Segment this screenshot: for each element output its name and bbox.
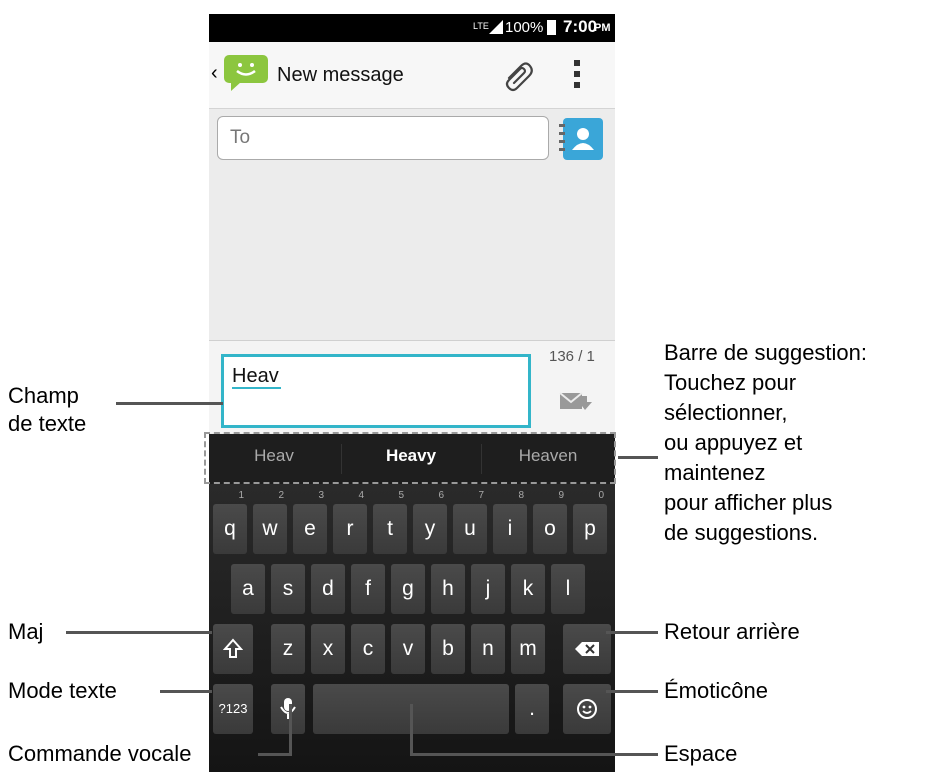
page-title: New message bbox=[277, 64, 404, 86]
key-label: r bbox=[346, 517, 354, 540]
key-label: e bbox=[304, 517, 316, 540]
key-c[interactable]: c bbox=[351, 624, 385, 674]
status-bar: LTE 100% 7:00 PM bbox=[209, 14, 615, 42]
key-hint: 9 bbox=[558, 490, 564, 501]
backspace-icon bbox=[575, 642, 599, 657]
callout-line bbox=[410, 704, 413, 756]
callout-text-mode: Mode texte bbox=[8, 678, 117, 703]
contacts-icon[interactable] bbox=[555, 116, 605, 162]
callout-line bbox=[289, 704, 292, 756]
key-label: t bbox=[387, 517, 393, 540]
callout-line bbox=[160, 690, 212, 693]
callout-line bbox=[410, 753, 658, 756]
recipient-placeholder: To bbox=[230, 127, 251, 148]
key-hint: 8 bbox=[518, 490, 524, 501]
key-hint: 5 bbox=[398, 490, 404, 501]
key-hint: 6 bbox=[438, 490, 444, 501]
key-d[interactable]: d bbox=[311, 564, 345, 614]
callout-voice: Commande vocale bbox=[8, 741, 192, 766]
clock: 7:00 bbox=[563, 17, 598, 36]
emoticon-key[interactable] bbox=[563, 684, 611, 734]
network-type: LTE bbox=[473, 21, 489, 31]
callout-text-field: Champ de texte bbox=[8, 382, 86, 438]
callout-space: Espace bbox=[664, 741, 738, 766]
key-label: p bbox=[584, 517, 596, 540]
callout-backspace: Retour arrière bbox=[664, 619, 800, 644]
recipient-input[interactable]: To bbox=[217, 116, 549, 160]
key-label: y bbox=[424, 517, 436, 540]
callout-line bbox=[618, 456, 658, 459]
action-bar: ‹ New message bbox=[209, 42, 615, 109]
key-label: q bbox=[224, 517, 236, 540]
key-a[interactable]: a bbox=[231, 564, 265, 614]
key-hint: 2 bbox=[278, 490, 284, 501]
key-s[interactable]: s bbox=[271, 564, 305, 614]
key-x[interactable]: x bbox=[311, 624, 345, 674]
smiley-icon bbox=[577, 699, 597, 720]
key-r[interactable]: 4r bbox=[333, 490, 367, 554]
callout-text: Champ de texte bbox=[8, 383, 87, 436]
callout-text: Barre de suggestion: Touchez pour sélect… bbox=[664, 340, 868, 545]
key-p[interactable]: 0p bbox=[573, 490, 607, 554]
callout-line bbox=[258, 753, 292, 756]
key-hint: 0 bbox=[598, 490, 604, 501]
key-b[interactable]: b bbox=[431, 624, 465, 674]
key-hint: 7 bbox=[478, 490, 484, 501]
key-hint: 4 bbox=[358, 490, 364, 501]
phone-screen: LTE 100% 7:00 PM ‹ New message To Heav 1… bbox=[209, 14, 615, 772]
shift-icon bbox=[222, 638, 244, 659]
key-l[interactable]: l bbox=[551, 564, 585, 614]
key-label: i bbox=[507, 517, 513, 540]
key-y[interactable]: 6y bbox=[413, 490, 447, 554]
key-t[interactable]: 5t bbox=[373, 490, 407, 554]
shift-key[interactable] bbox=[213, 624, 253, 674]
key-g[interactable]: g bbox=[391, 564, 425, 614]
callout-emoticon: Émoticône bbox=[664, 678, 768, 703]
character-counter: 136 / 1 bbox=[549, 348, 595, 365]
attach-icon[interactable] bbox=[501, 58, 535, 92]
key-v[interactable]: v bbox=[391, 624, 425, 674]
voice-key[interactable] bbox=[271, 684, 305, 734]
callout-line bbox=[606, 690, 658, 693]
key-q[interactable]: 1q bbox=[213, 490, 247, 554]
microphone-icon bbox=[280, 698, 296, 720]
callout-line bbox=[606, 631, 658, 634]
key-h[interactable]: h bbox=[431, 564, 465, 614]
message-text: Heav bbox=[232, 365, 281, 389]
key-w[interactable]: 2w bbox=[253, 490, 287, 554]
period-key[interactable]: . bbox=[515, 684, 549, 734]
clock-ampm: PM bbox=[594, 22, 611, 34]
key-n[interactable]: n bbox=[471, 624, 505, 674]
callout-line bbox=[116, 402, 223, 405]
key-label: w bbox=[262, 517, 278, 540]
key-u[interactable]: 7u bbox=[453, 490, 487, 554]
signal-icon bbox=[489, 20, 503, 34]
text-mode-key[interactable]: ?123 bbox=[213, 684, 253, 734]
message-text-field[interactable]: Heav bbox=[221, 354, 531, 428]
key-hint: 3 bbox=[318, 490, 324, 501]
key-z[interactable]: z bbox=[271, 624, 305, 674]
key-label: o bbox=[544, 517, 556, 540]
key-i[interactable]: 8i bbox=[493, 490, 527, 554]
key-label: u bbox=[464, 517, 476, 540]
backspace-key[interactable] bbox=[563, 624, 611, 674]
battery-icon bbox=[547, 20, 556, 35]
suggestion-bar-highlight bbox=[204, 432, 616, 484]
key-o[interactable]: 9o bbox=[533, 490, 567, 554]
key-m[interactable]: m bbox=[511, 624, 545, 674]
callout-line bbox=[66, 631, 212, 634]
messaging-app-icon[interactable] bbox=[223, 54, 269, 92]
back-chevron-icon[interactable]: ‹ bbox=[211, 62, 218, 85]
key-j[interactable]: j bbox=[471, 564, 505, 614]
key-e[interactable]: 3e bbox=[293, 490, 327, 554]
callout-suggestion-bar: Barre de suggestion: Touchez pour sélect… bbox=[664, 338, 867, 548]
send-icon[interactable] bbox=[559, 390, 593, 414]
key-hint: 1 bbox=[238, 490, 244, 501]
overflow-menu-icon[interactable] bbox=[573, 60, 581, 92]
key-f[interactable]: f bbox=[351, 564, 385, 614]
key-k[interactable]: k bbox=[511, 564, 545, 614]
battery-percent: 100% bbox=[505, 19, 544, 36]
callout-shift: Maj bbox=[8, 619, 44, 644]
